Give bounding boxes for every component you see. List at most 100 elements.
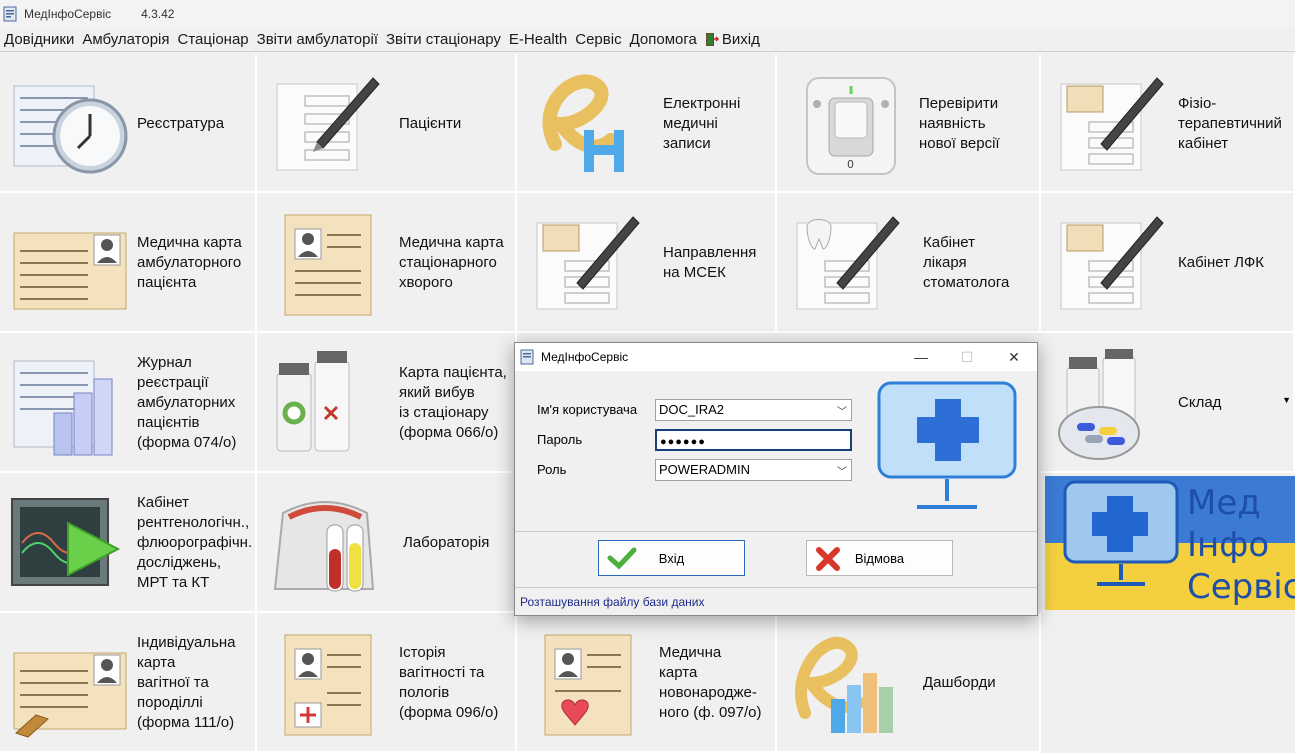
dialog-title: МедІнфоСервіс [541, 350, 629, 364]
tile-xray-label-2: рентгенологічн., [137, 514, 250, 531]
ehealth-logo-icon [542, 74, 624, 172]
dialog-close-button[interactable]: ✕ [991, 343, 1037, 371]
tile-xray[interactable]: Кабінет рентгенологічн., флюорографічн. … [0, 473, 257, 613]
tile-discharge-card-label-4: (форма 066/о) [399, 424, 499, 441]
tile-msek-label-2: на МСЕК [663, 264, 726, 281]
tile-birth-history-label-4: (форма 096/о) [399, 704, 499, 721]
newborn-card-heart-icon [544, 634, 632, 736]
dialog-separator-bottom [515, 587, 1037, 588]
tile-birth-history-label-1: Історія [399, 644, 446, 661]
menu-ehealth[interactable]: E-Health [505, 31, 571, 48]
tile-xray-label-4: досліджень, [137, 554, 222, 571]
tile-inpatient-card-label-2: стаціонарного [399, 254, 497, 271]
dialog-maximize-button[interactable]: ☐ [944, 343, 990, 371]
dialog-minimize-button[interactable]: — [898, 343, 944, 371]
tile-pregnancy-card-label-1: Індивідуальна [137, 634, 236, 651]
tile-pregnancy-card-label-5: (форма 111/о) [137, 714, 235, 731]
tile-msek[interactable]: Направлення на МСЕК [517, 193, 777, 333]
maximize-icon: ☐ [960, 348, 974, 365]
lab-test-tubes-icon [273, 501, 375, 592]
tile-outpatient-card-label-1: Медична карта [137, 234, 242, 251]
username-value: DOC_IRA2 [659, 402, 725, 417]
tile-newborn-card[interactable]: Медична карта новонародже- ного (ф. 097/… [517, 613, 777, 753]
tile-registry[interactable]: Реєстратура [0, 54, 257, 193]
pregnancy-card-icon [13, 652, 127, 738]
tile-journal-label-5: (форма 074/о) [137, 434, 237, 451]
menu-outpatient-reports[interactable]: Звіти амбулаторії [253, 31, 382, 48]
password-field[interactable]: ●●●●●● [655, 429, 852, 451]
password-label: Пароль [537, 432, 583, 447]
tile-discharge-card-label-1: Карта пацієнта, [399, 364, 507, 381]
tile-birth-history-label-2: вагітності та [399, 664, 485, 681]
username-combo[interactable]: DOC_IRA2 ﹀ [655, 399, 852, 421]
menu-service[interactable]: Сервіс [571, 31, 625, 48]
switch-icon: 0 [806, 77, 896, 175]
tile-physio-label-2: терапевтичний [1178, 115, 1282, 132]
tile-pregnancy-card[interactable]: Індивідуальна карта вагітної та породілл… [0, 613, 257, 753]
chevron-down-icon[interactable]: ﹀ [837, 403, 847, 418]
checkmark-icon [607, 547, 637, 570]
tile-patients[interactable]: Пацієнти [257, 54, 517, 193]
tile-warehouse[interactable]: Склад ▼ [1041, 333, 1295, 473]
login-button-label: Вхід [658, 550, 685, 566]
tile-patients-label: Пацієнти [399, 115, 462, 132]
brand-line-2: Інфо [1187, 525, 1270, 565]
database-location-link[interactable]: Розташування файлу бази даних [520, 595, 704, 609]
birth-history-card-icon [284, 634, 372, 736]
monitor-plus-logo-icon [1063, 480, 1179, 586]
menu-inpatient[interactable]: Стаціонар [174, 31, 253, 48]
tile-dentist[interactable]: Кабінет лікаря стоматолога [777, 193, 1041, 333]
login-button[interactable]: Вхід [598, 540, 745, 576]
role-label: Роль [537, 462, 567, 477]
tile-newborn-card-label-3: новонародже- [659, 684, 757, 701]
login-dialog: МедІнфоСервіс — ☐ ✕ Ім'я користувача DOC… [514, 342, 1038, 616]
tile-dentist-label-3: стоматолога [923, 274, 1010, 291]
tile-discharge-card-label-2: який вибув [399, 384, 475, 401]
tile-xray-label-1: Кабінет [137, 494, 190, 511]
brand-line-3: Сервіс [1187, 567, 1295, 607]
menu-inpatient-reports[interactable]: Звіти стаціонару [382, 31, 505, 48]
xray-monitor-icon [11, 498, 121, 586]
role-combo[interactable]: POWERADMIN ﹀ [655, 459, 852, 481]
warehouse-dropdown-icon[interactable]: ▼ [1282, 395, 1291, 405]
cross-icon [816, 547, 840, 571]
tile-physio-label-1: Фізіо- [1178, 95, 1217, 112]
menu-help[interactable]: Допомога [626, 31, 701, 48]
msek-card-pen-icon [536, 216, 640, 310]
tile-ehr[interactable]: Електронні медичні записи [517, 54, 777, 193]
tile-check-version[interactable]: 0 Перевірити наявність нової версії [777, 54, 1041, 193]
app-version: 4.3.42 [141, 6, 175, 21]
tile-lab-label: Лабораторія [403, 534, 490, 551]
tile-dashboards[interactable]: Дашборди [777, 613, 1041, 753]
cancel-button[interactable]: Відмова [806, 540, 953, 576]
tile-lfk[interactable]: Кабінет ЛФК [1041, 193, 1295, 333]
tile-outpatient-card[interactable]: Медична карта амбулаторного пацієнта [0, 193, 257, 333]
patients-pen-icon [276, 77, 380, 171]
tile-physio-label-3: кабінет [1178, 135, 1229, 152]
tile-ehr-label-3: записи [663, 135, 711, 152]
tile-journal-label-3: амбулаторних [137, 394, 236, 411]
tile-journal-label-4: пацієнтів [137, 414, 200, 431]
brand-line-1: Мед [1187, 483, 1261, 523]
tile-warehouse-label: Склад [1178, 394, 1222, 411]
tile-journal[interactable]: Журнал реєстрації амбулаторних пацієнтів… [0, 333, 257, 473]
menu-directories[interactable]: Довідники [0, 31, 78, 48]
chevron-down-icon[interactable]: ﹀ [837, 463, 847, 478]
tile-physio[interactable]: Фізіо- терапевтичний кабінет [1041, 54, 1295, 193]
dialog-body: Ім'я користувача DOC_IRA2 ﹀ Пароль ●●●●●… [515, 371, 1037, 531]
menu-bar: Довідники Амбулаторія Стаціонар Звіти ам… [0, 27, 1295, 52]
tile-pregnancy-card-label-2: карта [137, 654, 176, 671]
tile-outpatient-card-label-3: пацієнта [137, 274, 197, 291]
menu-exit[interactable]: Вихід [701, 31, 764, 48]
tile-birth-history[interactable]: Історія вагітності та пологів (форма 096… [257, 613, 517, 753]
tile-pregnancy-card-label-3: вагітної та [137, 674, 209, 691]
brand-text: Мед Інфо Сервіс [1187, 482, 1295, 608]
menu-outpatient[interactable]: Амбулаторія [78, 31, 173, 48]
tile-lab[interactable]: Лабораторія [257, 473, 517, 613]
exit-door-icon [705, 32, 719, 46]
username-label: Ім'я користувача [537, 402, 638, 417]
tile-dentist-label-1: Кабінет [923, 234, 976, 251]
tile-inpatient-card[interactable]: Медична карта стаціонарного хворого [257, 193, 517, 333]
tile-ehr-label-2: медичні [663, 115, 718, 132]
tile-discharge-card[interactable]: Карта пацієнта, який вибув із стаціонару… [257, 333, 517, 473]
